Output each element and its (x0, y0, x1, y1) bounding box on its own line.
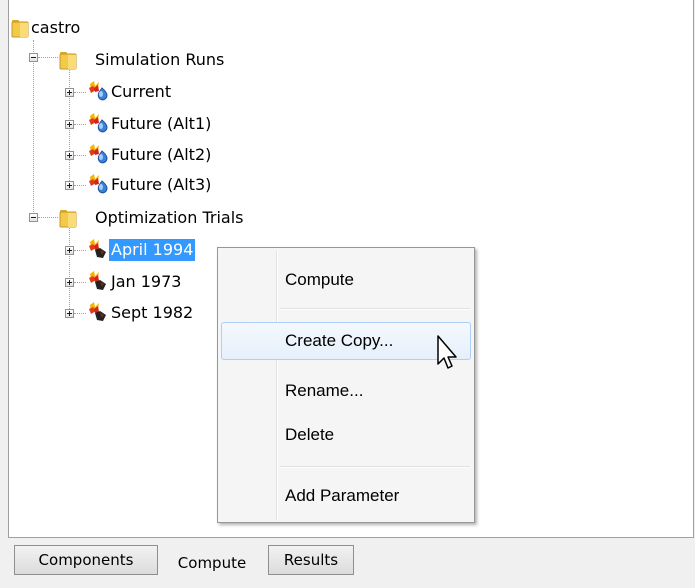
menu-separator (280, 466, 470, 468)
tree-node-label: Current (111, 82, 172, 101)
tree-node-future-alt1[interactable]: Future (Alt1) (9, 112, 309, 136)
tab-compute[interactable]: Compute (160, 538, 264, 583)
menu-item-label: Create Copy... (285, 331, 394, 350)
folder-icon (59, 49, 81, 71)
tree-node-label: castro (31, 18, 81, 37)
tree-node-label: Future (Alt3) (111, 175, 212, 194)
expand-icon[interactable] (65, 309, 74, 318)
simulation-run-icon (87, 173, 109, 195)
simulation-run-icon (87, 80, 109, 102)
tree-node-label: Sept 1982 (111, 303, 194, 322)
optimization-trial-icon (87, 301, 109, 323)
menu-item-label: Rename... (285, 381, 364, 400)
expand-icon[interactable] (65, 120, 74, 129)
optimization-trial-icon (87, 270, 109, 292)
tree-node-label: Future (Alt2) (111, 145, 212, 164)
tree-node-label: Optimization Trials (95, 208, 244, 227)
menu-item-add-parameter[interactable]: Add Parameter (221, 477, 471, 515)
menu-separator (280, 308, 470, 310)
app-window: castro Simulation Runs Current Future (A… (0, 0, 695, 583)
tree-node-label: Jan 1973 (111, 272, 182, 291)
tree-node-optimization-trials[interactable]: Optimization Trials (9, 206, 309, 230)
tab-label: Results (283, 551, 339, 569)
tree-node-label: Future (Alt1) (111, 114, 212, 133)
menu-item-label: Compute (285, 270, 354, 289)
menu-item-compute[interactable]: Compute (221, 261, 471, 299)
tree-node-current[interactable]: Current (9, 80, 309, 104)
simulation-run-icon (87, 143, 109, 165)
simulation-run-icon (87, 112, 109, 134)
tree-node-future-alt3[interactable]: Future (Alt3) (9, 173, 309, 197)
expand-icon[interactable] (65, 181, 74, 190)
menu-item-label: Delete (285, 425, 335, 444)
mouse-cursor-icon (437, 335, 457, 369)
expand-icon[interactable] (65, 278, 74, 287)
menu-item-label: Add Parameter (285, 486, 400, 505)
menu-item-delete[interactable]: Delete (221, 416, 471, 454)
tab-components[interactable]: Components (14, 545, 158, 575)
tab-label: Components (38, 551, 134, 569)
tree-node-label: April 1994 (109, 239, 196, 261)
tree-node-future-alt2[interactable]: Future (Alt2) (9, 143, 309, 167)
tree-node-label: Simulation Runs (95, 50, 225, 69)
tree-node-castro[interactable]: castro (9, 16, 309, 40)
tab-label: Compute (177, 554, 247, 572)
folder-icon (59, 207, 81, 229)
tree-node-simulation-runs[interactable]: Simulation Runs (9, 48, 309, 72)
context-menu: Compute Create Copy... Rename... Delete … (217, 247, 475, 523)
expand-icon[interactable] (65, 246, 74, 255)
tab-results[interactable]: Results (268, 545, 354, 575)
expand-icon[interactable] (65, 88, 74, 97)
collapse-icon[interactable] (29, 53, 38, 62)
collapse-icon[interactable] (29, 213, 38, 222)
optimization-trial-icon (87, 238, 109, 260)
expand-icon[interactable] (65, 151, 74, 160)
